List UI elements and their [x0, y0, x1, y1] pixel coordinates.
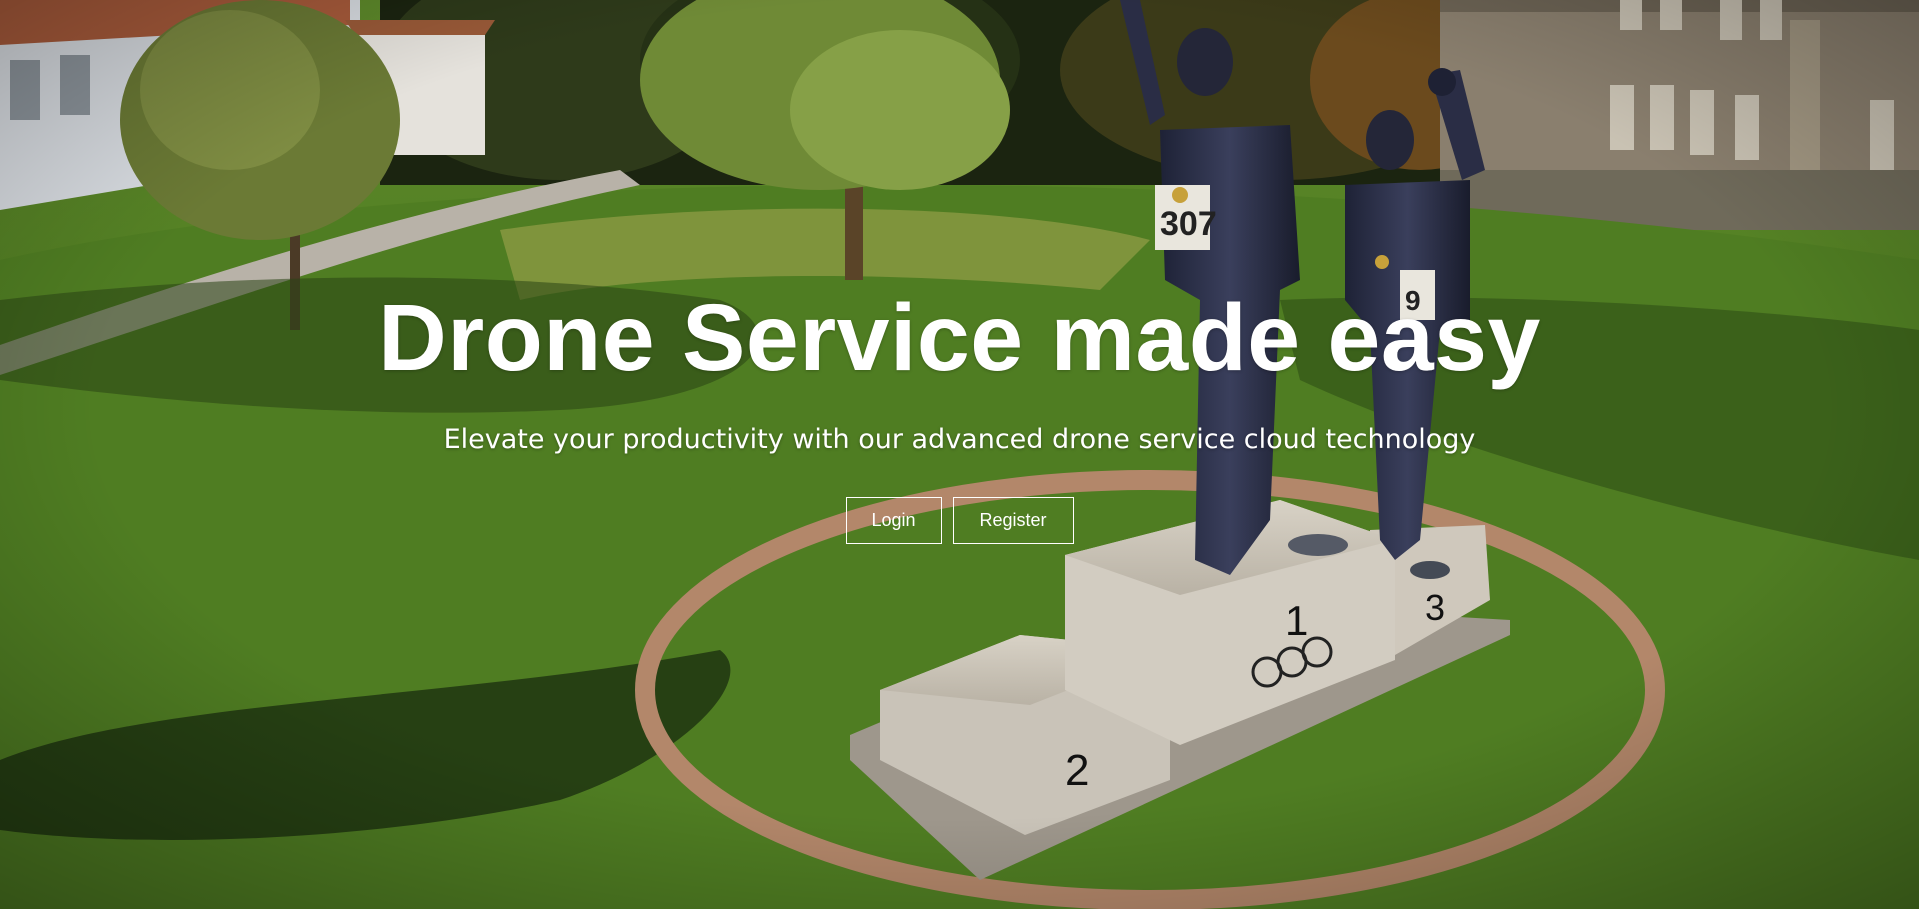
login-button[interactable]: Login	[845, 497, 942, 544]
hero-buttons: Login Register	[0, 497, 1919, 544]
register-button[interactable]: Register	[952, 497, 1074, 544]
hero-subtitle: Elevate your productivity with our advan…	[443, 424, 1476, 455]
hero-section: 2 3 1 307 9	[0, 0, 1919, 909]
hero-content: Drone Service made easy Elevate your pro…	[0, 0, 1919, 909]
hero-title: Drone Service made easy	[378, 285, 1541, 391]
